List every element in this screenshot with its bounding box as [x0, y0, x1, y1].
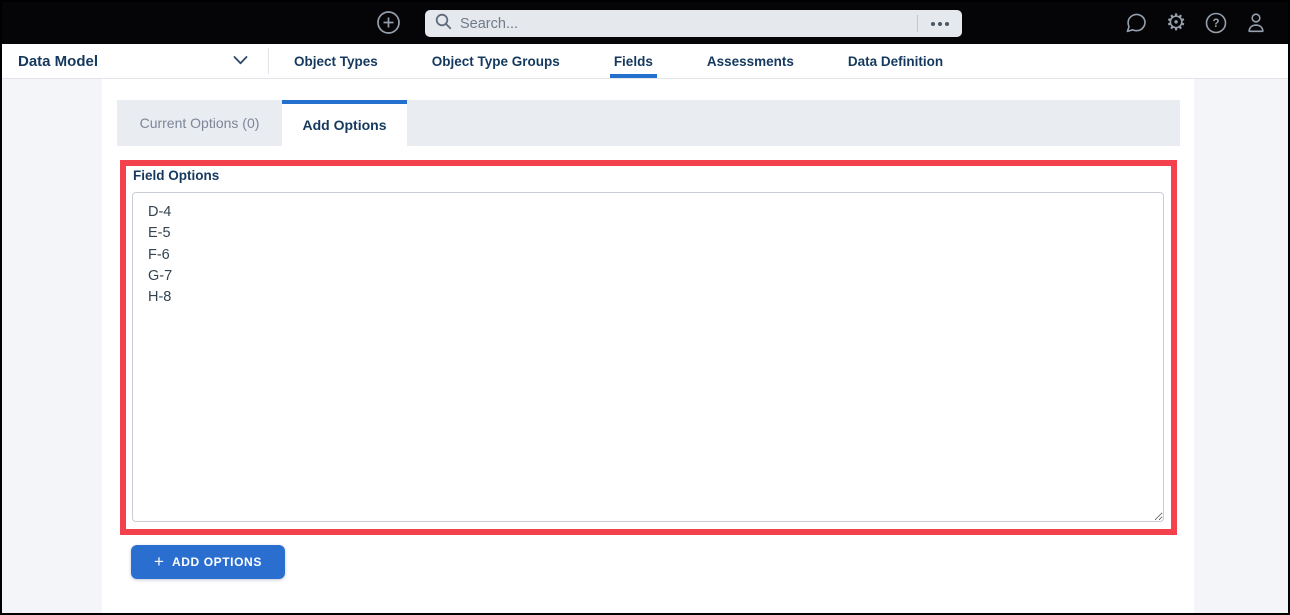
search-input[interactable] [452, 15, 917, 32]
chat-button[interactable] [1124, 11, 1148, 35]
module-dropdown[interactable]: Data Model [18, 44, 258, 78]
tab-assessments[interactable]: Assessments [703, 44, 798, 78]
tab-object-type-groups[interactable]: Object Type Groups [428, 44, 564, 78]
search-more-button[interactable] [916, 15, 962, 32]
search-bar[interactable] [425, 10, 962, 37]
add-options-button-label: ADD OPTIONS [171, 555, 262, 569]
subtab-add-options[interactable]: Add Options [282, 100, 407, 146]
tab-object-types[interactable]: Object Types [290, 44, 382, 78]
nav-tabs: Object Types Object Type Groups Fields A… [290, 44, 947, 78]
plus-circle-icon [377, 11, 400, 34]
gear-icon: ⚙ [1165, 9, 1187, 36]
settings-button[interactable]: ⚙ [1164, 11, 1188, 35]
ellipsis-icon [929, 21, 951, 26]
user-icon [1248, 13, 1264, 33]
chat-icon [1126, 13, 1146, 33]
subtab-current-options[interactable]: Current Options (0) [117, 100, 282, 146]
user-menu-button[interactable] [1244, 11, 1268, 35]
topbar-actions: ⚙ ? [1124, 2, 1268, 44]
nav-bar: Data Model Object Types Object Type Grou… [2, 44, 1288, 79]
svg-text:?: ? [1212, 18, 1219, 30]
top-bar: ⚙ ? [2, 2, 1288, 44]
plus-icon: + [154, 552, 164, 571]
help-button[interactable]: ? [1204, 11, 1228, 35]
options-subtab-bar: Current Options (0) Add Options [117, 100, 1180, 146]
help-icon: ? [1205, 12, 1227, 34]
tab-fields[interactable]: Fields [609, 44, 657, 78]
nav-divider [268, 48, 269, 74]
field-options-textarea[interactable]: D-4 E-5 F-6 G-7 H-8 [132, 192, 1164, 522]
field-options-label: Field Options [133, 168, 220, 183]
search-icon [435, 13, 452, 35]
tab-data-definition[interactable]: Data Definition [844, 44, 947, 78]
app-window: ⚙ ? Data Model [0, 0, 1290, 615]
quick-add-button[interactable] [376, 10, 401, 40]
add-options-button[interactable]: + ADD OPTIONS [131, 545, 285, 579]
module-title: Data Model [18, 52, 99, 70]
chevron-down-icon [233, 52, 248, 70]
